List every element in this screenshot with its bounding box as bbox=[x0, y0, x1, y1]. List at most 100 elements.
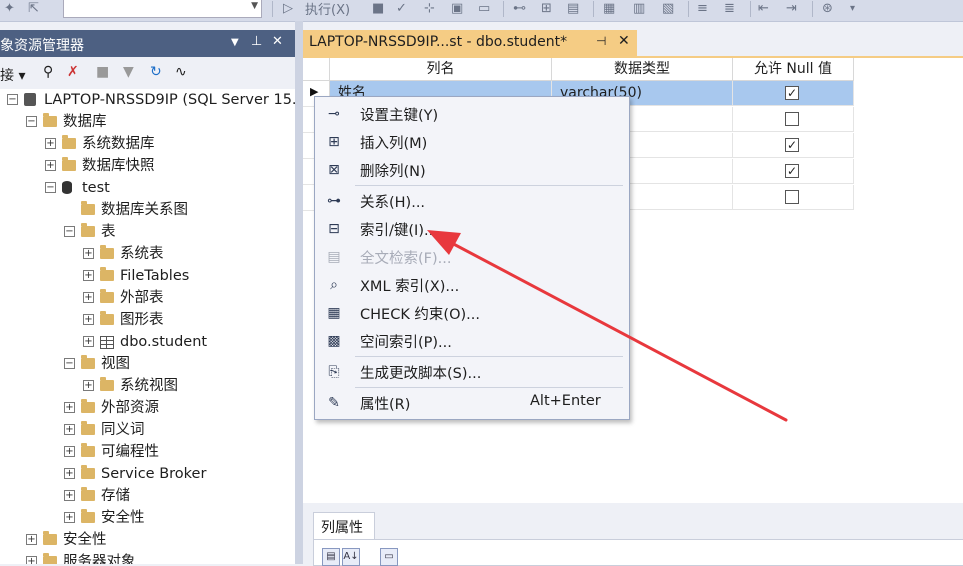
pin-icon[interactable]: ⊥ bbox=[251, 34, 262, 49]
tree-node[interactable]: − LAPTOP-NRSSD9IP (SQL Server 15.0. bbox=[0, 89, 295, 111]
menu-item[interactable]: ⎘ 生成更改脚本(S)... bbox=[315, 358, 629, 386]
collapse-icon[interactable]: − bbox=[26, 116, 37, 127]
parse-icon[interactable]: ⊹ bbox=[424, 1, 435, 17]
refresh-icon[interactable]: ↻ bbox=[150, 63, 162, 81]
text-icon[interactable]: ▤ bbox=[567, 1, 579, 17]
link-icon[interactable]: ⊷ bbox=[513, 1, 526, 17]
tree-node[interactable]: 数据库关系图 bbox=[0, 199, 295, 221]
allow-null-checkbox[interactable] bbox=[785, 190, 799, 204]
connect-button[interactable]: 连接 ▾ bbox=[0, 65, 25, 85]
expand-icon[interactable]: + bbox=[64, 490, 75, 501]
collapse-icon[interactable]: − bbox=[64, 226, 75, 237]
tree-node[interactable]: − 表 bbox=[0, 221, 295, 243]
menu-item[interactable]: ⊸ 设置主键(Y) bbox=[315, 100, 629, 128]
disconnect-icon[interactable]: ✗ bbox=[67, 63, 79, 81]
expand-icon[interactable]: + bbox=[26, 556, 37, 564]
menu-item[interactable]: ⊞ 插入列(M) bbox=[315, 128, 629, 156]
expand-icon[interactable]: + bbox=[83, 314, 94, 325]
arrow-icon[interactable]: ⇱ bbox=[28, 1, 39, 17]
tree-node[interactable]: + Service Broker bbox=[0, 463, 295, 485]
database-combo[interactable]: ▼ bbox=[63, 0, 262, 18]
file-icon[interactable]: ▦ bbox=[603, 1, 615, 17]
expand-icon[interactable]: + bbox=[45, 160, 56, 171]
menu-item[interactable]: ⊠ 删除列(N) bbox=[315, 156, 629, 184]
tree-node[interactable]: + 系统视图 bbox=[0, 375, 295, 397]
outdent-icon[interactable]: ⇥ bbox=[786, 1, 797, 17]
tree-node[interactable]: − test bbox=[0, 177, 295, 199]
menu-item[interactable]: ⊟ 索引/键(I)... bbox=[315, 215, 629, 243]
connect-icon[interactable]: ⚲ bbox=[43, 63, 53, 81]
expand-icon[interactable]: + bbox=[83, 380, 94, 391]
categorized-icon[interactable]: ▤ bbox=[322, 548, 340, 566]
tree-node-label: 图形表 bbox=[120, 312, 164, 328]
tree-node[interactable]: + 存储 bbox=[0, 485, 295, 507]
file3-icon[interactable]: ▧ bbox=[662, 1, 674, 17]
results-icon[interactable]: ▣ bbox=[451, 1, 463, 17]
collapse-icon[interactable]: − bbox=[7, 94, 18, 105]
expand-icon[interactable]: + bbox=[64, 446, 75, 457]
play-icon[interactable]: ▷ bbox=[283, 1, 293, 17]
tree-node[interactable]: + 服务器对象 bbox=[0, 551, 295, 564]
allow-null-checkbox[interactable]: ✓ bbox=[785, 86, 799, 100]
document-tab[interactable]: LAPTOP-NRSSD9IP...st - dbo.student* ⊣ ✕ bbox=[303, 30, 637, 56]
tree-node[interactable]: − 视图 bbox=[0, 353, 295, 375]
expand-icon[interactable]: + bbox=[64, 468, 75, 479]
file2-icon[interactable]: ▥ bbox=[633, 1, 645, 17]
tree-node[interactable]: + dbo.student bbox=[0, 331, 295, 353]
pin-icon[interactable]: ⊣ bbox=[596, 34, 606, 48]
expand-icon[interactable]: + bbox=[83, 336, 94, 347]
tree-node[interactable]: − 数据库 bbox=[0, 111, 295, 133]
tab-column-properties[interactable]: 列属性 bbox=[313, 512, 375, 540]
menu-item[interactable]: ▦ CHECK 约束(O)... bbox=[315, 299, 629, 327]
tree-node[interactable]: + 系统表 bbox=[0, 243, 295, 265]
close-icon[interactable]: ✕ bbox=[272, 34, 283, 49]
menu-item[interactable]: ✎ 属性(R) Alt+Enter bbox=[315, 389, 629, 417]
tree-node[interactable]: + FileTables bbox=[0, 265, 295, 287]
folder-icon bbox=[43, 113, 57, 127]
alphabetical-icon[interactable]: A↓ bbox=[342, 548, 360, 566]
activity-icon[interactable]: ∿ bbox=[175, 63, 187, 81]
menu-item[interactable]: ⊶ 关系(H)... bbox=[315, 187, 629, 215]
allow-null-checkbox[interactable]: ✓ bbox=[785, 164, 799, 178]
allow-null-checkbox[interactable]: ✓ bbox=[785, 138, 799, 152]
tree-node[interactable]: + 数据库快照 bbox=[0, 155, 295, 177]
tree-node[interactable]: + 外部资源 bbox=[0, 397, 295, 419]
tree-node[interactable]: + 安全性 bbox=[0, 529, 295, 551]
collapse-icon[interactable]: − bbox=[64, 358, 75, 369]
expand-icon[interactable]: + bbox=[83, 270, 94, 281]
grid-icon[interactable]: ⊞ bbox=[541, 1, 552, 17]
dropdown-icon[interactable]: ▼ bbox=[231, 37, 239, 48]
expand-icon[interactable]: + bbox=[64, 512, 75, 523]
check-icon[interactable]: ✓ bbox=[396, 1, 407, 17]
expand-icon[interactable]: + bbox=[83, 292, 94, 303]
uncomment-icon[interactable]: ≣ bbox=[724, 1, 735, 17]
save-icon[interactable]: ▭ bbox=[478, 1, 490, 17]
expand-icon[interactable]: + bbox=[83, 248, 94, 259]
filter-icon[interactable]: ▼ bbox=[123, 63, 134, 81]
panel-splitter[interactable] bbox=[295, 21, 303, 564]
stop-icon[interactable]: ■ bbox=[372, 1, 384, 17]
tree-node[interactable]: + 系统数据库 bbox=[0, 133, 295, 155]
expand-icon[interactable]: + bbox=[26, 534, 37, 545]
menu-item[interactable]: ▩ 空间索引(P)... bbox=[315, 327, 629, 355]
gear-icon[interactable]: ✦ bbox=[4, 1, 15, 17]
comment-icon[interactable]: ≡ bbox=[697, 1, 708, 17]
tree-node[interactable]: + 同义词 bbox=[0, 419, 295, 441]
collapse-icon[interactable]: − bbox=[45, 182, 56, 193]
stop-icon[interactable]: ■ bbox=[96, 63, 109, 81]
overflow-icon[interactable]: ▾ bbox=[850, 1, 855, 17]
tree-node[interactable]: + 可编程性 bbox=[0, 441, 295, 463]
more-icon[interactable]: ⊛ bbox=[822, 1, 833, 17]
close-icon[interactable]: ✕ bbox=[618, 33, 630, 49]
tree-node[interactable]: + 外部表 bbox=[0, 287, 295, 309]
allow-null-checkbox[interactable] bbox=[785, 112, 799, 126]
indent-icon[interactable]: ⇤ bbox=[758, 1, 769, 17]
expand-icon[interactable]: + bbox=[45, 138, 56, 149]
expand-icon[interactable]: + bbox=[64, 424, 75, 435]
expand-icon[interactable]: + bbox=[64, 402, 75, 413]
menu-item[interactable]: ⌕ XML 索引(X)... bbox=[315, 271, 629, 299]
tree-node[interactable]: + 图形表 bbox=[0, 309, 295, 331]
tree-node[interactable]: + 安全性 bbox=[0, 507, 295, 529]
execute-button[interactable]: 执行(X) bbox=[305, 0, 350, 18]
property-pages-icon[interactable]: ▭ bbox=[380, 548, 398, 566]
